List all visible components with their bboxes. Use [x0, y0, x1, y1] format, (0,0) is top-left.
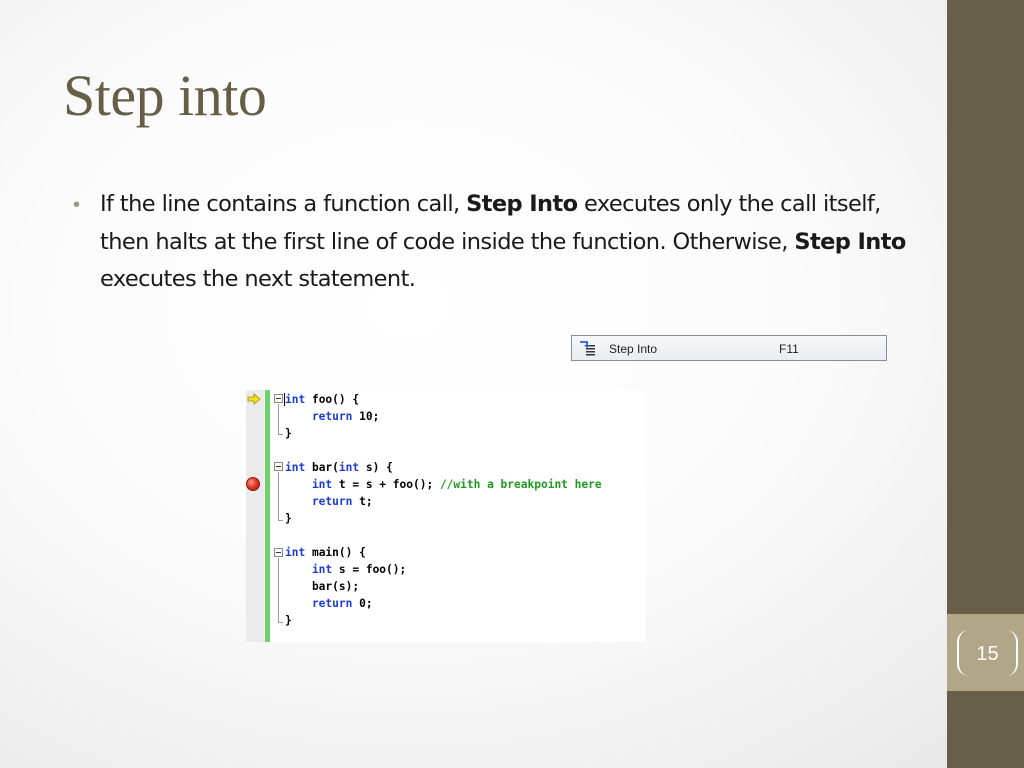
collapse-toggle-main[interactable]: [274, 548, 283, 557]
step-into-shortcut: F11: [779, 342, 799, 356]
code-text: 0;: [352, 597, 373, 610]
code-text: bar(s);: [285, 580, 360, 593]
code-text: 10;: [352, 410, 380, 423]
slide-title: Step into: [63, 63, 267, 128]
code-line: return 10;: [285, 408, 379, 425]
code-line: bar(s);: [285, 578, 359, 595]
code-editor[interactable]: int foo() { return 10; } int bar(int s) …: [246, 390, 646, 642]
keyword: return: [285, 495, 353, 508]
code-text: }: [285, 614, 292, 627]
code-text: bar(: [305, 461, 339, 474]
bullet-text-part: If the line contains a function call,: [100, 191, 467, 217]
bullet-bold-step-into: Step Into: [466, 191, 578, 217]
code-line: return t;: [285, 493, 373, 510]
fold-guide-end: [278, 434, 283, 435]
collapse-toggle-bar[interactable]: [274, 462, 283, 471]
keyword: int: [285, 461, 306, 474]
bullet-text-part: executes the next statement.: [100, 266, 416, 292]
code-line: int bar(int s) {: [285, 459, 393, 476]
code-text: t;: [352, 495, 373, 508]
code-text: foo() {: [305, 393, 360, 406]
code-line-breakpoint: int t = s + foo(); //with a breakpoint h…: [285, 476, 602, 493]
bullet-text: If the line contains a function call, St…: [100, 186, 930, 299]
fold-guide: [278, 404, 279, 434]
bullet-dot: •: [73, 194, 81, 216]
keyword: return: [285, 410, 353, 423]
step-into-menu-item[interactable]: Step Into F11: [571, 335, 887, 361]
collapse-toggle-foo[interactable]: [274, 394, 283, 403]
breakpoint-icon[interactable]: [246, 477, 260, 491]
keyword: int: [285, 478, 333, 491]
code-text: }: [285, 512, 292, 525]
code-line: return 0;: [285, 595, 373, 612]
code-line: int foo() {: [285, 391, 359, 408]
fold-guide: [278, 472, 279, 520]
editor-gutter[interactable]: [246, 390, 264, 642]
fold-guide-end: [278, 622, 283, 623]
keyword: return: [285, 597, 353, 610]
code-text: }: [285, 427, 292, 440]
step-into-label: Step Into: [609, 342, 658, 356]
code-text: t = s + foo();: [332, 478, 440, 491]
step-into-icon: [580, 341, 595, 356]
keyword: int: [338, 461, 360, 474]
code-line: int s = foo();: [285, 561, 406, 578]
code-line: }: [285, 510, 292, 527]
bullet-bold-step-into: Step Into: [794, 228, 906, 255]
keyword: int: [285, 546, 306, 559]
code-line: int main() {: [285, 544, 366, 561]
keyword: int: [285, 563, 333, 576]
change-tracking-bar: [265, 390, 270, 642]
code-text: s = foo();: [332, 563, 407, 576]
code-text: s) {: [359, 461, 393, 474]
current-statement-arrow-icon: [247, 393, 261, 405]
code-comment: //with a breakpoint here: [439, 478, 602, 491]
fold-guide: [278, 558, 279, 622]
code-line: }: [285, 425, 292, 442]
page-number: 15: [976, 643, 999, 665]
code-text: main() {: [305, 546, 366, 559]
keyword: int: [285, 393, 306, 406]
code-line: }: [285, 612, 292, 629]
fold-guide-end: [278, 520, 283, 521]
